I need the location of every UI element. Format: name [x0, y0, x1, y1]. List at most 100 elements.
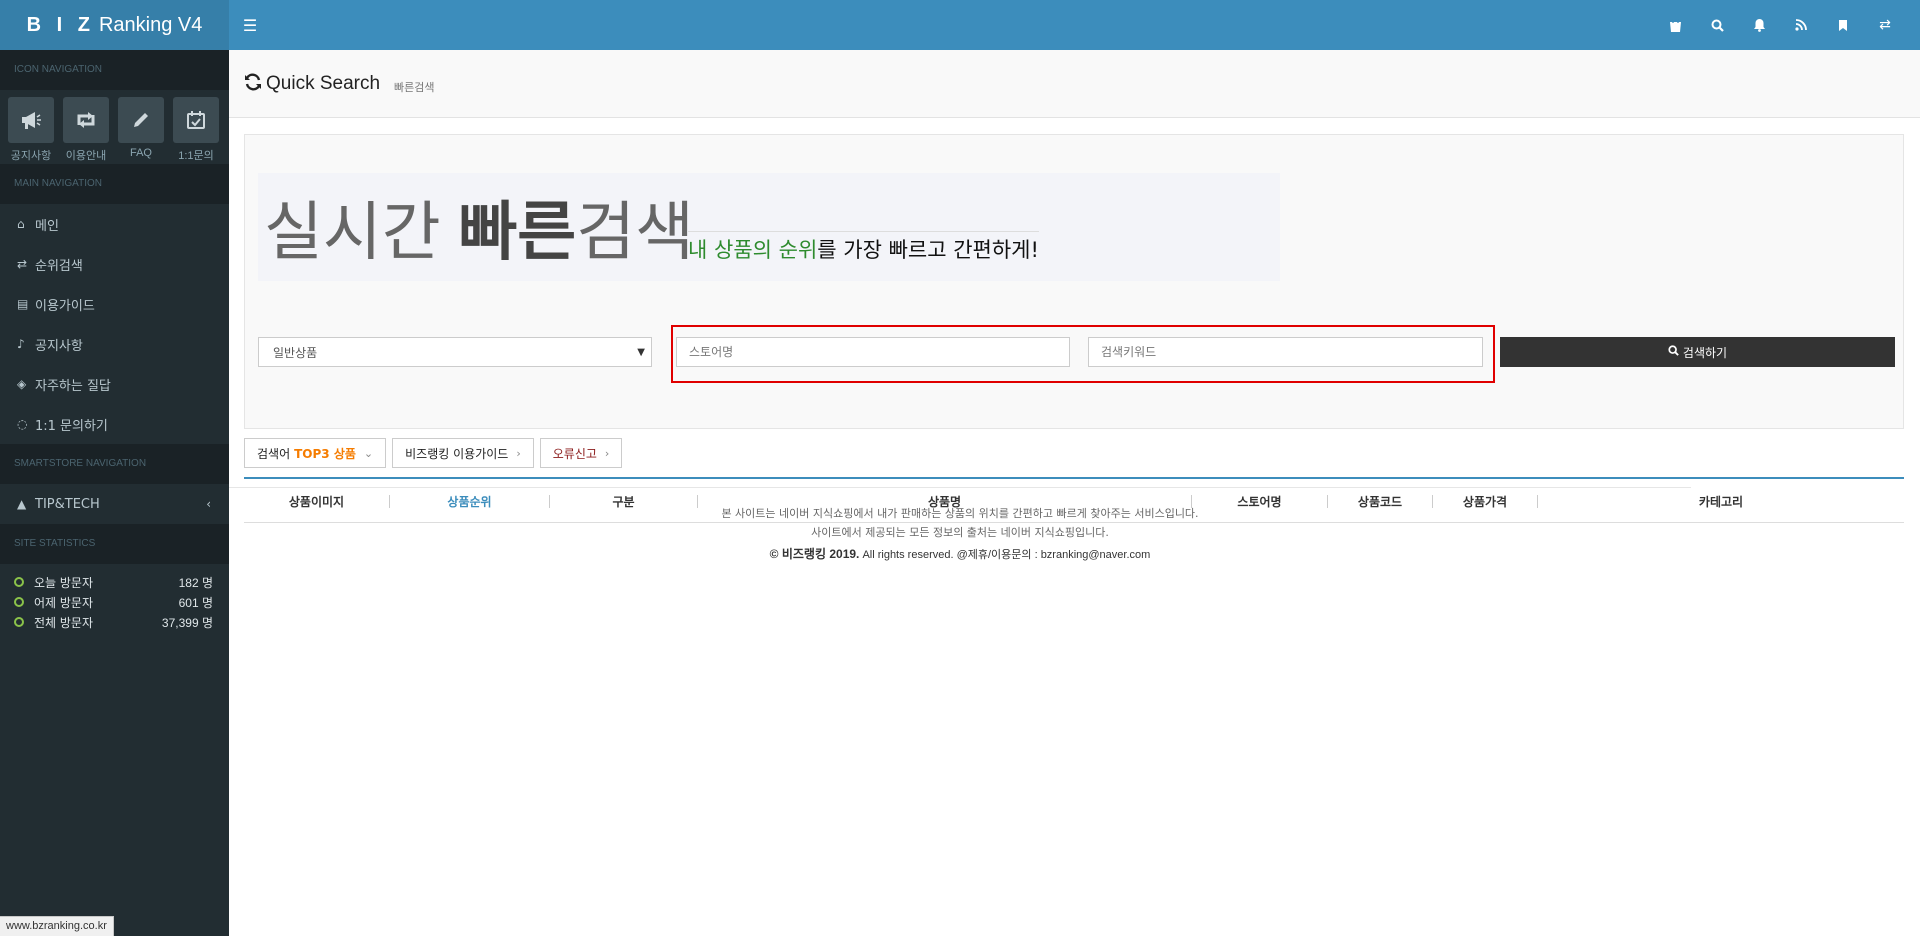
rss-icon[interactable]	[1780, 0, 1822, 50]
search-button[interactable]: 검색하기	[1500, 337, 1895, 367]
sidebar-item-label: 순위검색	[35, 258, 83, 274]
footer-line2: 사이트에서 제공되는 모든 정보의 출처는 네이버 지식쇼핑입니다.	[811, 526, 1109, 539]
site-statistics: 오늘 방문자 182 명 어제 방문자 601 명 전체 방문자 37,399 …	[0, 564, 229, 632]
stat-label: 전체 방문자	[34, 615, 94, 630]
icon-nav-inquiry[interactable]: 1:1문의	[173, 97, 219, 163]
select-value: 일반상품	[273, 345, 318, 360]
bell-icon: ♪	[17, 337, 25, 351]
shopping-bag-icon[interactable]	[1654, 0, 1696, 50]
content-header: Quick Search 빠른검색	[229, 50, 1920, 118]
hero-tagline: 내 상품의 순위를 가장 빠르고 간편하게!	[688, 231, 1039, 264]
chevron-left-icon: ‹	[206, 497, 211, 511]
stat-today: 오늘 방문자 182 명	[0, 572, 229, 592]
sidebar-item-inquiry[interactable]: ◌ 1:1 문의하기	[0, 404, 229, 444]
tab-label: 비즈랭킹 이용가이드	[405, 446, 509, 461]
search-panel: 실시간 빠른검색 내 상품의 순위를 가장 빠르고 간편하게! 일반상품 ▼ 검…	[244, 134, 1904, 429]
refresh-icon	[244, 72, 262, 96]
icon-nav-label: 1:1문의	[178, 150, 214, 162]
page-title: Quick Search	[266, 72, 381, 94]
chevron-down-icon: ⌄	[363, 446, 374, 460]
book-icon: ▤	[17, 297, 29, 311]
hero-heading-part1: 실시간	[264, 196, 459, 268]
footer: 본 사이트는 네이버 지식쇼핑에서 내가 판매하는 상품의 위치를 간편하고 빠…	[229, 504, 1691, 564]
page-subtitle: 빠른검색	[394, 80, 435, 94]
search-button-label: 검색하기	[1682, 345, 1728, 360]
tags-icon: ◈	[17, 377, 27, 391]
hamburger-icon[interactable]: ☰	[238, 0, 262, 50]
store-name-input[interactable]	[676, 337, 1070, 367]
icon-nav-faq[interactable]: FAQ	[118, 97, 164, 159]
stat-value: 182 명	[178, 575, 213, 590]
sidebar-item-main[interactable]: ⌂ 메인	[0, 204, 229, 244]
tab-top3-products[interactable]: 검색어 TOP3 상품 ⌄	[244, 438, 387, 468]
bell-icon[interactable]	[1738, 0, 1780, 50]
keyword-input[interactable]	[1088, 337, 1483, 367]
stat-value: 37,399 명	[161, 615, 213, 630]
footer-copyright: © 비즈랭킹 2019. All rights reserved. @제휴/이용…	[229, 545, 1691, 564]
tab-label-highlight: TOP3 상품	[294, 446, 356, 461]
action-tabs: 검색어 TOP3 상품 ⌄ 비즈랭킹 이용가이드 › 오류신고 ›	[244, 438, 623, 468]
circle-icon	[14, 597, 24, 607]
tab-label: 오류신고	[552, 446, 597, 461]
retweet-icon	[63, 97, 109, 143]
top-icons: ⇄	[1654, 0, 1906, 50]
logo-prefix: B I Z	[26, 13, 95, 36]
stat-label: 오늘 방문자	[34, 575, 94, 590]
main-nav-header: MAIN NAVIGATION	[0, 164, 229, 204]
sidebar-item-label: 자주하는 질답	[35, 378, 111, 394]
chevron-right-icon: ›	[516, 446, 521, 460]
pencil-icon	[118, 97, 164, 143]
circle-icon	[14, 617, 24, 627]
stat-label: 어제 방문자	[34, 595, 94, 610]
sidebar-item-rank-search[interactable]: ⇄ 순위검색	[0, 244, 229, 284]
product-type-select[interactable]: 일반상품 ▼	[258, 337, 652, 367]
sidebar-item-label: TIP&TECH	[35, 496, 100, 512]
calendar-check-icon	[173, 97, 219, 143]
sidebar-item-label: 메인	[35, 218, 59, 234]
sidebar-item-notice[interactable]: ♪ 공지사항	[0, 324, 229, 364]
icon-nav-notice[interactable]: 공지사항	[8, 97, 54, 163]
sidebar-item-tip-tech[interactable]: ▲ TIP&TECH ‹	[0, 484, 229, 524]
tab-user-guide[interactable]: 비즈랭킹 이용가이드 ›	[392, 438, 534, 468]
site-statistics-header: SITE STATISTICS	[0, 524, 229, 564]
sidebar-item-label: 이용가이드	[35, 298, 95, 314]
logo[interactable]: B I Z Ranking V4	[0, 0, 229, 50]
main-content: Quick Search 빠른검색 실시간 빠른검색 내 상품의 순위를 가장 …	[229, 50, 1920, 936]
stat-value: 601 명	[178, 595, 213, 610]
status-bar-url: www.bzranking.co.kr	[0, 916, 114, 936]
exchange-icon[interactable]: ⇄	[1864, 0, 1906, 50]
top-navbar: B I Z Ranking V4 ☰ ⇄	[0, 0, 1920, 50]
icon-nav-label: 공지사항	[10, 150, 52, 162]
footer-divider	[229, 487, 1691, 488]
chevron-right-icon: ›	[604, 446, 610, 460]
copyright-text: © 비즈랭킹 2019.	[769, 547, 860, 561]
icon-nav-guide[interactable]: 이용안내	[63, 97, 109, 163]
logo-text: Ranking V4	[98, 13, 203, 36]
sidebar: ICON NAVIGATION 공지사항 이용안내 FAQ 1:1문의 MAIN…	[0, 50, 229, 936]
search-icon	[1668, 345, 1679, 359]
icon-nav-header: ICON NAVIGATION	[0, 50, 229, 90]
comment-icon: ◌	[17, 417, 28, 431]
icon-nav-label: FAQ	[129, 147, 152, 159]
sidebar-item-label: 1:1 문의하기	[35, 418, 108, 434]
circle-icon	[14, 577, 24, 587]
sidebar-item-label: 공지사항	[35, 338, 83, 354]
home-icon: ⌂	[17, 217, 25, 231]
hero-tagline-rest: 를 가장 빠르고 간편하게!	[817, 238, 1039, 262]
hero-heading-part2: 검색	[576, 196, 694, 268]
icon-navigation: 공지사항 이용안내 FAQ 1:1문의	[0, 90, 229, 164]
megaphone-icon	[8, 97, 54, 143]
caret-down-icon: ▼	[637, 346, 645, 358]
hero-tagline-highlight: 내 상품의 순위	[688, 238, 818, 262]
sidebar-item-user-guide[interactable]: ▤ 이용가이드	[0, 284, 229, 324]
rights-text: All rights reserved. @제휴/이용문의 : bzrankin…	[862, 549, 1151, 561]
hero-banner: 실시간 빠른검색 내 상품의 순위를 가장 빠르고 간편하게!	[258, 173, 1280, 281]
tab-error-report[interactable]: 오류신고 ›	[539, 438, 623, 468]
sidebar-item-faq[interactable]: ◈ 자주하는 질답	[0, 364, 229, 404]
search-icon[interactable]	[1696, 0, 1738, 50]
bookmark-icon[interactable]	[1822, 0, 1864, 50]
search-form: 일반상품 ▼ 검색하기	[258, 325, 1895, 383]
exchange-icon: ⇄	[17, 257, 28, 271]
footer-line1: 본 사이트는 네이버 지식쇼핑에서 내가 판매하는 상품의 위치를 간편하고 빠…	[721, 507, 1199, 520]
icon-nav-label: 이용안내	[65, 150, 107, 162]
